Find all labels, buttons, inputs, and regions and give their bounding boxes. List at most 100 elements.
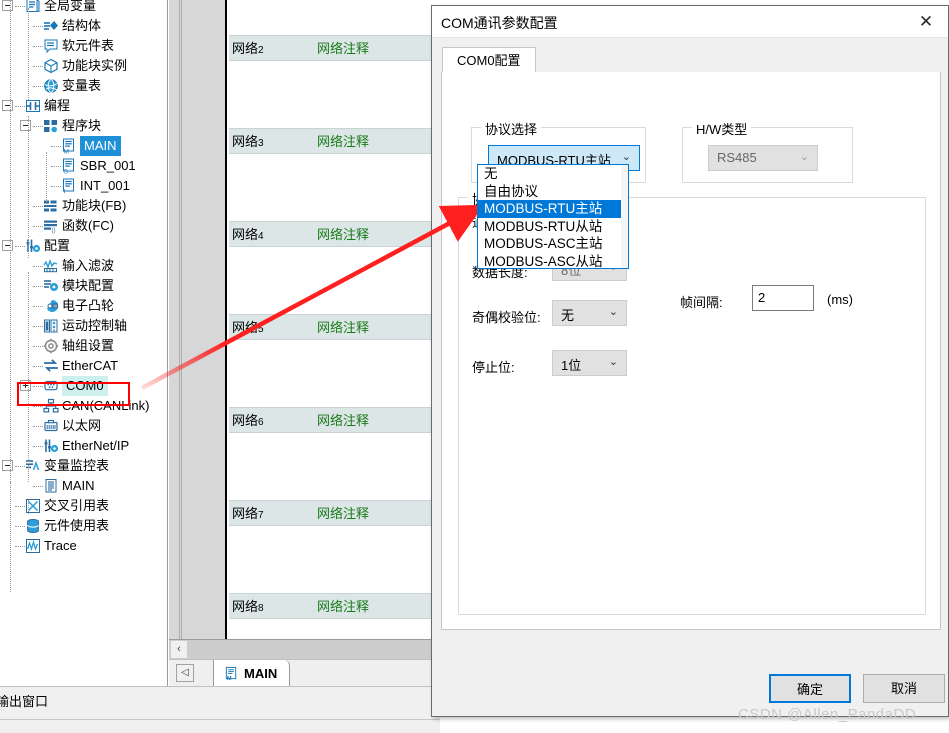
network-header[interactable]: 网络6 网络注释 xyxy=(229,407,442,433)
network-label: 网络7 xyxy=(232,506,264,521)
tree-item-label: 全局变量 xyxy=(44,0,97,13)
tree-item-CAN-CANLink-[interactable]: CAN(CANLink) xyxy=(0,396,167,416)
tree-item-EtherNet-IP[interactable]: EtherNet/IP xyxy=(0,436,167,456)
tree-item-电子凸轮[interactable]: 电子凸轮 xyxy=(0,296,167,316)
network-body[interactable] xyxy=(229,154,442,221)
network-comment[interactable]: 网络注释 xyxy=(317,222,369,248)
tree-item-以太网[interactable]: 以太网 xyxy=(0,416,167,436)
protocol-dropdown-list[interactable]: 无自由协议 MODBUS-RTU主站 MODBUS-RTU从站 MODBUS-ASC主… xyxy=(477,164,629,269)
project-tree-panel[interactable]: 全局变量结构体 软元件表 功能块实例 变量表 编程 程序块 M MAIN S SBR_001 I IN… xyxy=(0,0,168,686)
parity-value: 无 xyxy=(561,308,575,323)
tree-item-交叉引用表[interactable]: 交叉引用表 xyxy=(0,496,167,516)
stop-bits-value: 1位 xyxy=(561,358,582,373)
network-header[interactable]: 网络7 网络注释 xyxy=(229,500,442,526)
network-body[interactable] xyxy=(229,433,442,500)
tree-item-INT_001[interactable]: I INT_001 xyxy=(0,176,167,196)
tree-item-轴组设置[interactable]: 轴组设置 xyxy=(0,336,167,356)
tree-item-函数-FC-[interactable]: () 函数(FC) xyxy=(0,216,167,236)
program-sbr-icon: S xyxy=(61,158,77,176)
tree-item-程序块[interactable]: 程序块 xyxy=(0,116,167,136)
cancel-button[interactable]: 取消 xyxy=(863,674,945,703)
network-comment[interactable]: 网络注释 xyxy=(317,408,369,434)
network-header[interactable]: 网络8 网络注释 xyxy=(229,593,442,619)
network-comment[interactable]: 网络注释 xyxy=(317,36,369,62)
tree-item-MAIN[interactable]: M MAIN xyxy=(0,136,167,156)
collapse-icon[interactable] xyxy=(20,120,31,131)
tree-item-EtherCAT[interactable]: EtherCAT xyxy=(0,356,167,376)
tree-item-label: 交叉引用表 xyxy=(44,498,110,513)
network-label: 网络6 xyxy=(232,413,264,428)
document-tabbar[interactable]: ◁ M MAIN xyxy=(169,659,442,687)
tree-item-变量表[interactable]: 变量表 xyxy=(0,76,167,96)
tree-item-label: 电子凸轮 xyxy=(62,298,115,313)
dialog-titlebar: COM通讯参数配置 ✕ xyxy=(432,6,948,38)
tree-item-输入滤波[interactable]: 输入滤波 xyxy=(0,256,167,276)
output-window-divider xyxy=(0,719,440,720)
com-config-dialog[interactable]: COM通讯参数配置 ✕ COM0配置 协议选择 MODBUS-RTU主站 ⌄ H… xyxy=(431,5,949,717)
tree-item-元件使用表[interactable]: 元件使用表 xyxy=(0,516,167,536)
tree-item-Trace[interactable]: Trace xyxy=(0,536,167,556)
network-header[interactable]: 网络4 网络注释 xyxy=(229,221,442,247)
ok-button[interactable]: 确定 xyxy=(769,674,851,703)
tree-item-结构体[interactable]: 结构体 xyxy=(0,16,167,36)
parity-combo[interactable]: 无 ⌄ xyxy=(552,300,627,326)
ladder-network-list[interactable]: 网络2 网络注释 网络3 网络注释 网络4 网络注释 网络5 网络注释 网络6 网络注释 网络7 网络… xyxy=(229,0,442,639)
tree-item-全局变量[interactable]: 全局变量 xyxy=(0,0,167,16)
network-comment[interactable]: 网络注释 xyxy=(317,315,369,341)
tree-item-运动控制轴[interactable]: 运动控制轴 xyxy=(0,316,167,336)
tree-item-功能块-FB-[interactable]: 功能块(FB) xyxy=(0,196,167,216)
frame-interval-input[interactable]: 2 xyxy=(752,285,814,311)
network-body[interactable] xyxy=(229,0,442,35)
tree-guide-line xyxy=(46,152,47,206)
tree-item-label: 函数(FC) xyxy=(62,218,114,233)
tree-item-功能块实例[interactable]: 功能块实例 xyxy=(0,56,167,76)
network-body[interactable] xyxy=(229,61,442,128)
tab-com0-config[interactable]: COM0配置 xyxy=(442,47,536,74)
dropdown-option[interactable]: 自由协议 xyxy=(478,183,628,201)
tree-item-编程[interactable]: 编程 xyxy=(0,96,167,116)
trace-icon xyxy=(25,538,41,554)
scroll-left-icon[interactable]: ‹ xyxy=(171,641,187,658)
parity-label: 奇偶校验位: xyxy=(472,310,541,325)
dropdown-option[interactable]: MODBUS-RTU主站 xyxy=(478,200,628,218)
hw-type-value: RS485 xyxy=(717,150,757,165)
dropdown-option[interactable]: 无 xyxy=(478,165,628,183)
network-body[interactable] xyxy=(229,247,442,314)
network-body[interactable] xyxy=(229,526,442,593)
ladder-horizontal-scrollbar[interactable]: ‹ xyxy=(169,639,442,659)
network-comment[interactable]: 网络注释 xyxy=(317,594,369,620)
stop-bits-combo[interactable]: 1位 ⌄ xyxy=(552,350,627,376)
collapse-icon[interactable] xyxy=(2,0,13,11)
tab-scroll-left-icon[interactable]: ◁ xyxy=(176,664,194,682)
collapse-icon[interactable] xyxy=(2,240,13,251)
dropdown-option[interactable]: MODBUS-ASC从站 xyxy=(478,253,628,271)
tree-item-SBR_001[interactable]: S SBR_001 xyxy=(0,156,167,176)
tree-item-MAIN[interactable]: MAIN xyxy=(0,476,167,496)
network-comment[interactable]: 网络注释 xyxy=(317,501,369,527)
dialog-tabstrip[interactable]: COM0配置 xyxy=(441,45,941,74)
collapse-icon[interactable] xyxy=(2,460,13,471)
network-body[interactable] xyxy=(229,340,442,407)
network-header[interactable]: 网络2 网络注释 xyxy=(229,35,442,61)
collapse-icon[interactable] xyxy=(2,100,13,111)
tree-item-COM0[interactable]: COM0 xyxy=(0,376,167,396)
dropdown-scrollbar[interactable] xyxy=(621,165,628,268)
hw-type-combo[interactable]: RS485 ⌄ xyxy=(708,145,818,171)
tree-item-变量监控表[interactable]: 变量监控表 xyxy=(0,456,167,476)
tree-item-软元件表[interactable]: 软元件表 xyxy=(0,36,167,56)
tab-main[interactable]: M MAIN xyxy=(213,660,291,687)
globe-icon xyxy=(43,78,59,94)
output-window-title: 输出窗口 xyxy=(0,694,49,709)
tree-item-配置[interactable]: 配置 xyxy=(0,236,167,256)
network-header[interactable]: 网络3 网络注释 xyxy=(229,128,442,154)
network-body[interactable] xyxy=(229,619,442,639)
expand-icon[interactable] xyxy=(20,380,31,391)
tree-item-模块配置[interactable]: 模块配置 xyxy=(0,276,167,296)
dropdown-option[interactable]: MODBUS-RTU从站 xyxy=(478,218,628,236)
dropdown-option[interactable]: MODBUS-ASC主站 xyxy=(478,235,628,253)
close-icon[interactable]: ✕ xyxy=(907,9,945,35)
tree-guide-line xyxy=(10,0,11,248)
network-header[interactable]: 网络5 网络注释 xyxy=(229,314,442,340)
network-comment[interactable]: 网络注释 xyxy=(317,129,369,155)
network-label: 网络8 xyxy=(232,599,264,614)
